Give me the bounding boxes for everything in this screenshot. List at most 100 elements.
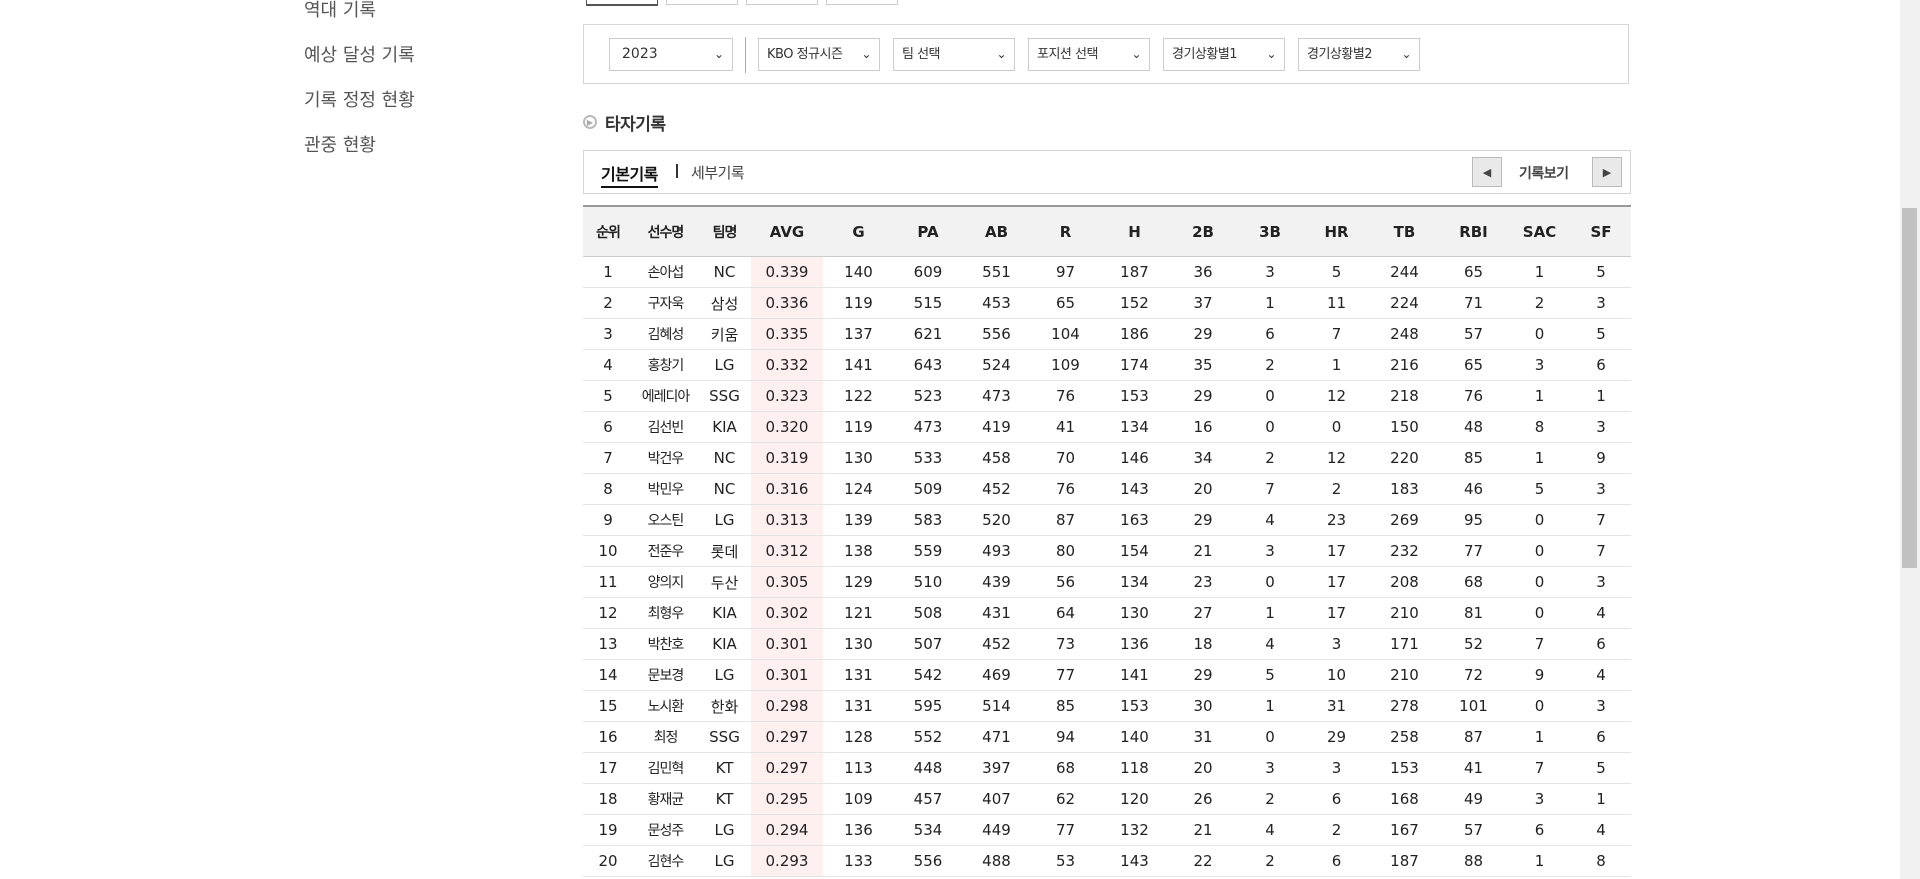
stat-cell: 6 xyxy=(1303,783,1370,815)
stat-cell: 609 xyxy=(894,256,962,288)
sidebar-item-attendance[interactable]: 관중 현황 xyxy=(304,123,504,168)
column-header[interactable]: 2B xyxy=(1169,205,1237,257)
stat-cell: 72 xyxy=(1439,659,1508,691)
stat-cell: 0 xyxy=(1237,721,1303,753)
stat-cell: 208 xyxy=(1370,566,1439,598)
player-name-cell[interactable]: 오스틴 xyxy=(633,504,698,536)
stat-cell: 29 xyxy=(1169,659,1237,691)
table-row: 3 김혜성 키움 0.335 137 621 556 104 186 29 6 7 248 57 0 5 xyxy=(583,318,1631,350)
player-name-cell[interactable]: 양의지 xyxy=(633,566,698,598)
column-header[interactable]: 3B xyxy=(1237,205,1303,257)
top-tab-4[interactable] xyxy=(826,0,898,5)
stat-cell: 6 xyxy=(1571,628,1631,660)
column-header[interactable]: 선수명 xyxy=(633,205,698,257)
scrollbar-track[interactable] xyxy=(1900,0,1920,879)
stat-cell: 1 xyxy=(1508,845,1571,877)
top-tab-3[interactable] xyxy=(746,0,818,5)
situation1-select[interactable]: 경기상황별1 ⌄ xyxy=(1163,38,1285,71)
stat-cell: 18 xyxy=(583,783,633,815)
next-page-button[interactable]: ▶ xyxy=(1592,157,1622,187)
tab-detail-records[interactable]: 세부기록 xyxy=(691,162,745,183)
situation2-select-value: 경기상황별2 xyxy=(1307,47,1373,62)
series-select-value: KBO 정규시즌 xyxy=(767,47,843,62)
stat-cell: 136 xyxy=(1100,628,1169,660)
player-name-cell[interactable]: 김혜성 xyxy=(633,318,698,350)
position-select[interactable]: 포지션 선택 ⌄ xyxy=(1028,38,1150,71)
player-name-cell[interactable]: 구자욱 xyxy=(633,287,698,319)
column-header[interactable]: SAC xyxy=(1508,205,1571,257)
stat-cell: 18 xyxy=(1169,628,1237,660)
stat-cell: 138 xyxy=(823,535,894,567)
series-select[interactable]: KBO 정규시즌 ⌄ xyxy=(758,38,880,71)
column-header[interactable]: G xyxy=(823,205,894,257)
player-name-cell[interactable]: 황재균 xyxy=(633,783,698,815)
stat-cell: 419 xyxy=(962,411,1031,443)
player-name-cell[interactable]: 박민우 xyxy=(633,473,698,505)
column-header[interactable]: SF xyxy=(1571,205,1631,257)
stat-cell: 3 xyxy=(1237,535,1303,567)
player-name-cell[interactable]: 문성주 xyxy=(633,814,698,846)
stat-cell: 556 xyxy=(962,318,1031,350)
player-name-cell[interactable]: 박찬호 xyxy=(633,628,698,660)
team-select[interactable]: 팀 선택 ⌄ xyxy=(893,38,1015,71)
stat-cell: 36 xyxy=(1169,256,1237,288)
player-name-cell[interactable]: 에레디아 xyxy=(633,380,698,412)
avg-cell: 0.339 xyxy=(751,256,823,288)
stat-cell: 0 xyxy=(1237,380,1303,412)
stat-cell: 542 xyxy=(894,659,962,691)
column-header[interactable]: 순위 xyxy=(583,205,633,257)
column-header[interactable]: 팀명 xyxy=(698,205,751,257)
column-header[interactable]: HR xyxy=(1303,205,1370,257)
player-name-cell[interactable]: 김민혁 xyxy=(633,752,698,784)
stat-cell: 3 xyxy=(1571,473,1631,505)
player-name-cell[interactable]: 최정 xyxy=(633,721,698,753)
sidebar-item-expected-milestones[interactable]: 예상 달성 기록 xyxy=(304,33,504,78)
season-select[interactable]: 2023 ⌄ xyxy=(609,38,733,71)
column-header[interactable]: RBI xyxy=(1439,205,1508,257)
column-header[interactable]: H xyxy=(1100,205,1169,257)
column-header[interactable]: R xyxy=(1031,205,1100,257)
stat-cell: 7 xyxy=(1571,504,1631,536)
stat-cell: 621 xyxy=(894,318,962,350)
column-header[interactable]: PA xyxy=(894,205,962,257)
situation2-select[interactable]: 경기상황별2 ⌄ xyxy=(1298,38,1420,71)
stat-cell: 6 xyxy=(583,411,633,443)
stat-cell: 37 xyxy=(1169,287,1237,319)
sidebar: 역대 기록 예상 달성 기록 기록 정정 현황 관중 현황 xyxy=(304,0,504,168)
top-tab-2[interactable] xyxy=(666,0,738,5)
stat-cell: 187 xyxy=(1100,256,1169,288)
stat-cell: 29 xyxy=(1303,721,1370,753)
stat-cell: 7 xyxy=(583,442,633,474)
player-name-cell[interactable]: 최형우 xyxy=(633,597,698,629)
stat-cell: 448 xyxy=(894,752,962,784)
scrollbar-thumb[interactable] xyxy=(1902,208,1917,568)
player-name-cell[interactable]: 홍창기 xyxy=(633,349,698,381)
player-name-cell[interactable]: 전준우 xyxy=(633,535,698,567)
column-header[interactable]: TB xyxy=(1370,205,1439,257)
sidebar-item-all-time-records[interactable]: 역대 기록 xyxy=(304,0,504,33)
column-header[interactable]: AB xyxy=(962,205,1031,257)
prev-page-button[interactable]: ◀ xyxy=(1472,157,1502,187)
stat-cell: 232 xyxy=(1370,535,1439,567)
player-name-cell[interactable]: 문보경 xyxy=(633,659,698,691)
player-name-cell[interactable]: 김현수 xyxy=(633,845,698,877)
player-name-cell[interactable]: 노시환 xyxy=(633,690,698,722)
column-header[interactable]: AVG xyxy=(751,205,823,257)
sidebar-item-record-corrections[interactable]: 기록 정정 현황 xyxy=(304,78,504,123)
tab-basic-records[interactable]: 기본기록 xyxy=(601,161,658,188)
player-name-cell[interactable]: 김선빈 xyxy=(633,411,698,443)
team-cell: KIA xyxy=(698,411,751,443)
stat-cell: 3 xyxy=(583,318,633,350)
avg-cell: 0.320 xyxy=(751,411,823,443)
player-name-cell[interactable]: 박건우 xyxy=(633,442,698,474)
record-tab-bar: 기본기록 세부기록 ◀ 기록보기 ▶ xyxy=(583,150,1631,194)
stat-cell: 76 xyxy=(1439,380,1508,412)
filter-divider xyxy=(745,37,746,73)
stat-cell: 488 xyxy=(962,845,1031,877)
stat-cell: 153 xyxy=(1370,752,1439,784)
stat-cell: 137 xyxy=(823,318,894,350)
stat-cell: 552 xyxy=(894,721,962,753)
player-name-cell[interactable]: 손아섭 xyxy=(633,256,698,288)
stat-cell: 0 xyxy=(1303,411,1370,443)
top-tab-1[interactable] xyxy=(586,0,658,6)
